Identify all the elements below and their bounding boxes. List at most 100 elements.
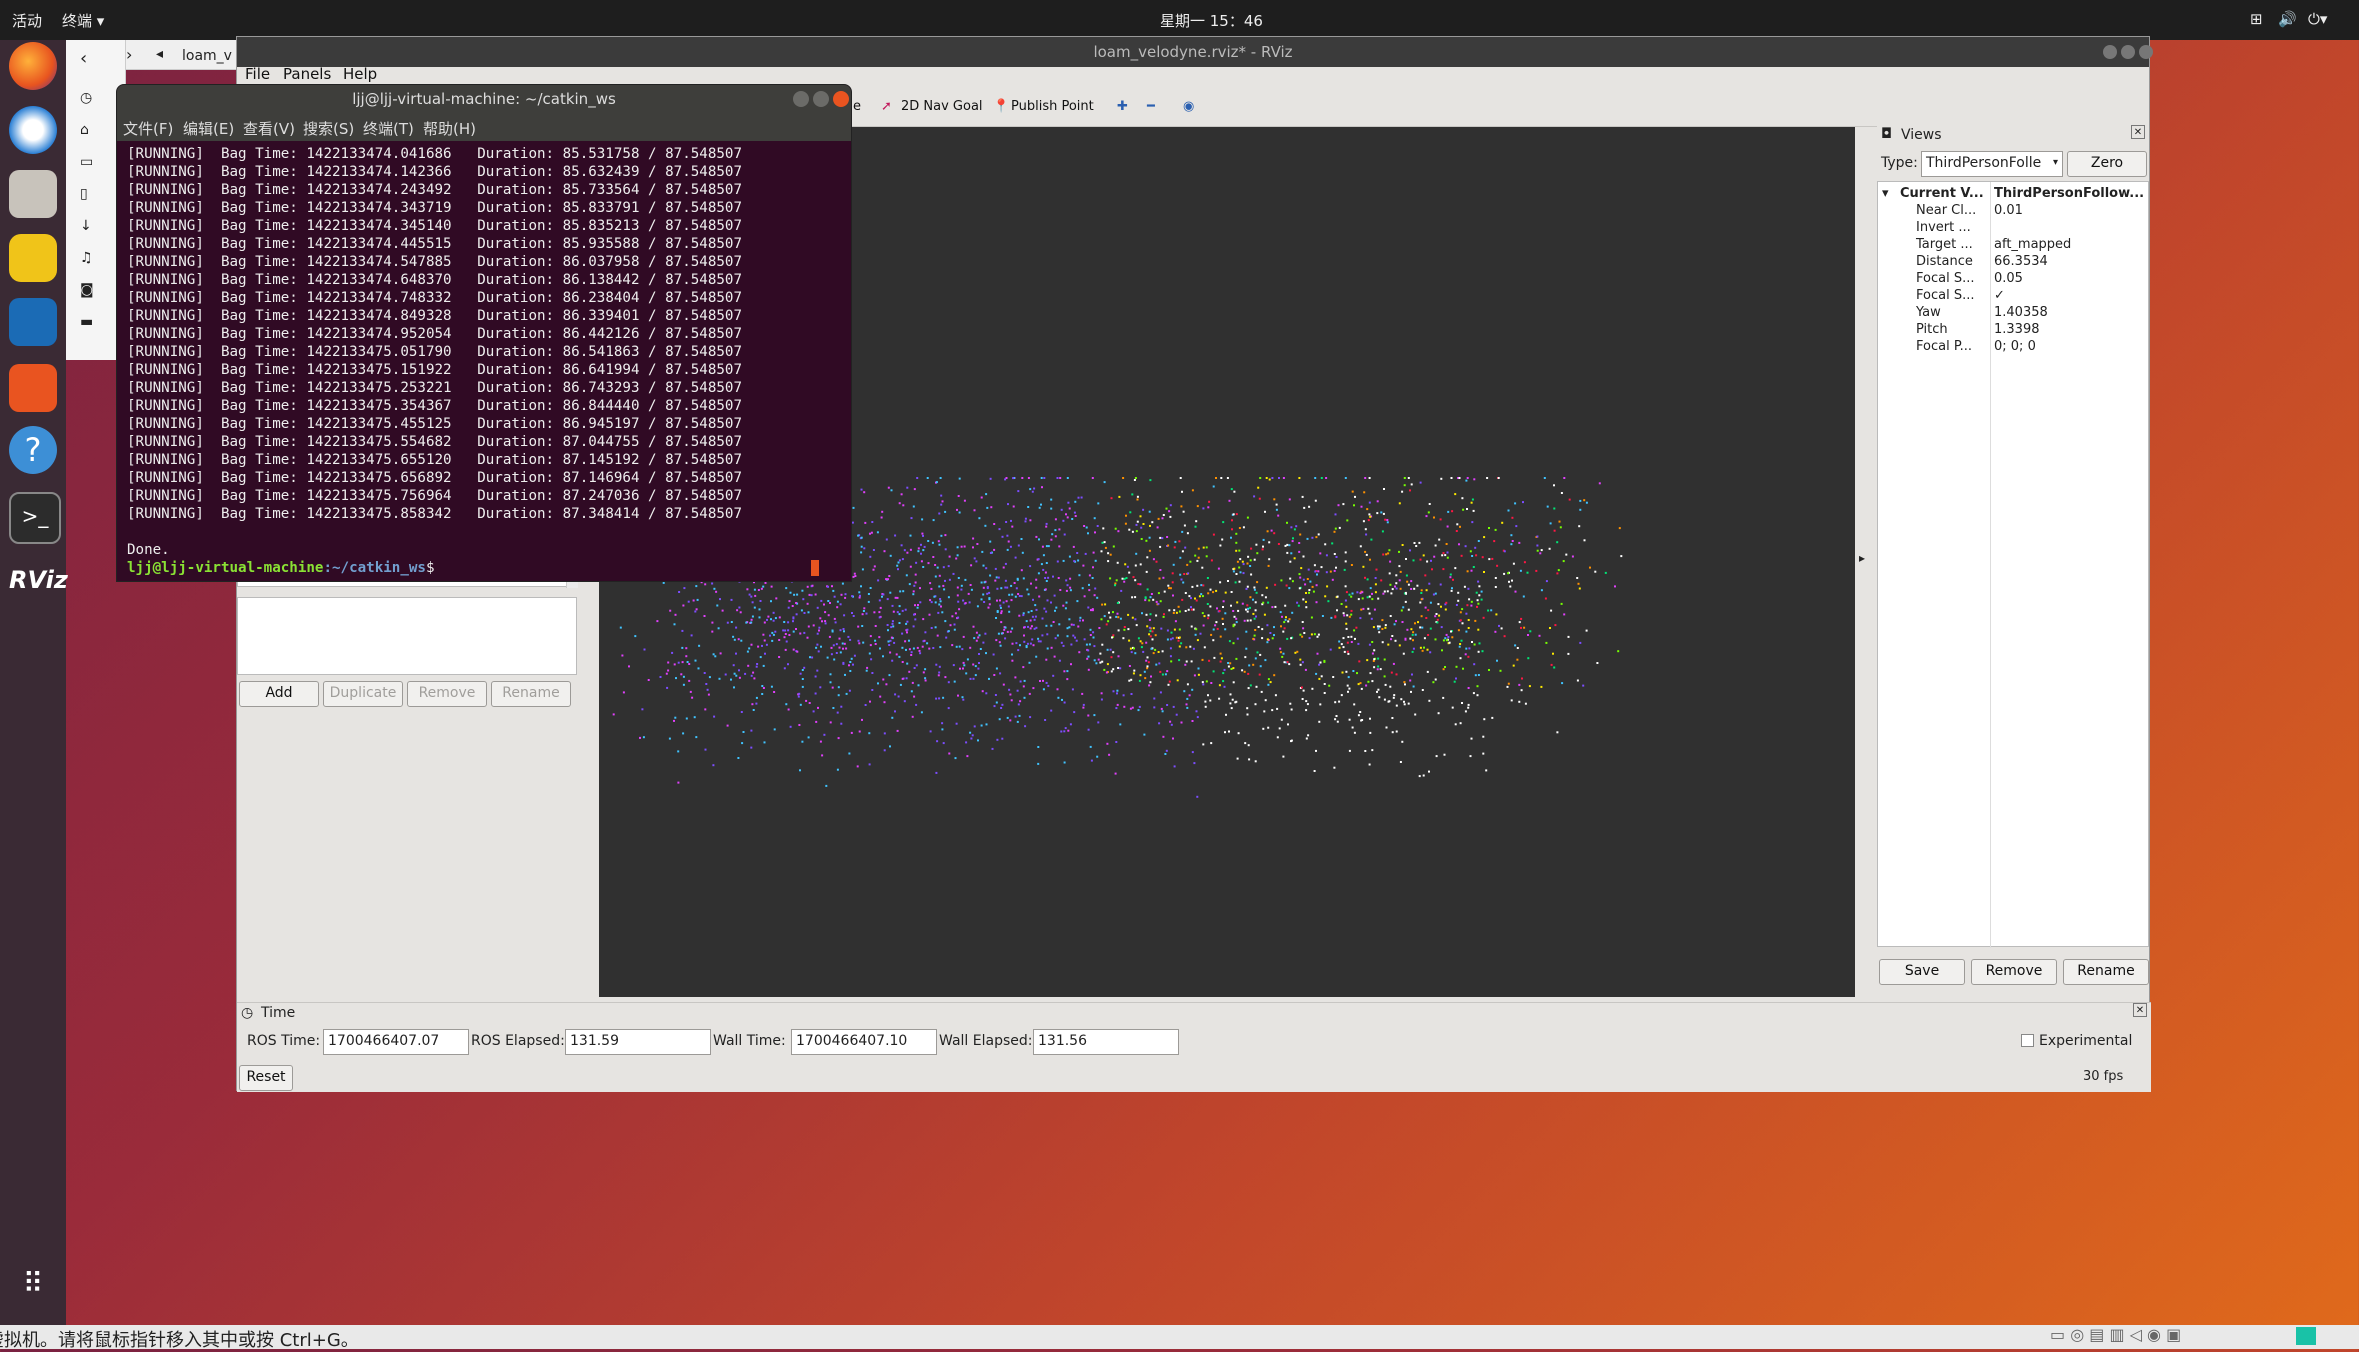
- save-view-button[interactable]: Save: [1879, 959, 1965, 985]
- terminal-line: [RUNNING] Bag Time: 1422133475.554682 Du…: [127, 434, 742, 450]
- rename-display-button[interactable]: Rename: [491, 681, 571, 707]
- recent-icon[interactable]: ◷: [80, 90, 92, 106]
- term-menu-terminal[interactable]: 终端(T): [363, 118, 414, 139]
- view-property-value[interactable]: 0.05: [1994, 271, 2023, 286]
- view-property-value[interactable]: 0.01: [1994, 203, 2023, 218]
- download-icon[interactable]: ↓: [80, 218, 92, 234]
- thunderbird-icon[interactable]: [9, 106, 57, 154]
- view-property-value[interactable]: 1.3398: [1994, 322, 2040, 337]
- terminal-line: [RUNNING] Bag Time: 1422133474.243492 Du…: [127, 182, 742, 198]
- remove-display-button[interactable]: Remove: [407, 681, 487, 707]
- experimental-checkbox[interactable]: [2021, 1034, 2034, 1047]
- nav-goal-icon: ➚: [881, 99, 892, 114]
- forward-icon[interactable]: ›: [126, 45, 132, 64]
- remove-view-button[interactable]: Remove: [1971, 959, 2057, 985]
- term-menu-file[interactable]: 文件(F): [123, 118, 173, 139]
- term-menu-view[interactable]: 查看(V): [243, 118, 295, 139]
- time-close-icon[interactable]: ✕: [2133, 1003, 2147, 1017]
- view-property-value[interactable]: 0; 0; 0: [1994, 339, 2036, 354]
- tree-expand-icon[interactable]: ▾: [1882, 186, 1889, 201]
- ros-time-field[interactable]: 1700466407.07: [323, 1029, 469, 1055]
- terminal-line: [RUNNING] Bag Time: 1422133474.445515 Du…: [127, 236, 742, 252]
- ros-elapsed-field[interactable]: 131.59: [565, 1029, 711, 1055]
- terminal-line: Done.: [127, 542, 170, 558]
- terminal-line: [RUNNING] Bag Time: 1422133474.041686 Du…: [127, 146, 742, 162]
- terminal-line: [RUNNING] Bag Time: 1422133475.858342 Du…: [127, 506, 742, 522]
- vm-device-icons[interactable]: ▭ ◎ ▤ ▥ ◁ ◉ ▣: [2050, 1325, 2181, 1344]
- software-icon[interactable]: [9, 364, 57, 412]
- time-panel-icon: ◷: [241, 1005, 254, 1021]
- add-tool-icon[interactable]: ✚: [1117, 99, 1128, 114]
- terminal-line: [RUNNING] Bag Time: 1422133475.655120 Du…: [127, 452, 742, 468]
- zero-button[interactable]: Zero: [2067, 151, 2147, 177]
- terminal-output[interactable]: [RUNNING] Bag Time: 1422133474.041686 Du…: [127, 145, 847, 576]
- writer-icon[interactable]: [9, 298, 57, 346]
- camera-tool-icon[interactable]: ◉: [1183, 99, 1194, 114]
- view-property-value[interactable]: ✓: [1994, 288, 2005, 303]
- picture-icon[interactable]: ◙: [80, 282, 94, 298]
- view-property-name: Invert ...: [1916, 220, 1971, 235]
- terminal-line: [RUNNING] Bag Time: 1422133475.051790 Du…: [127, 344, 742, 360]
- rviz-icon[interactable]: RViz: [9, 556, 68, 604]
- duplicate-button[interactable]: Duplicate: [323, 681, 403, 707]
- terminal-minimize-icon[interactable]: [793, 91, 809, 107]
- maximize-icon[interactable]: [2121, 45, 2135, 59]
- view-property-value[interactable]: 66.3534: [1994, 254, 2048, 269]
- view-property-value[interactable]: 1.40358: [1994, 305, 2048, 320]
- firefox-icon[interactable]: [9, 42, 57, 90]
- collapse-right-icon[interactable]: ▸: [1859, 551, 1865, 565]
- terminal-icon[interactable]: >_: [9, 492, 61, 544]
- app-menu[interactable]: 终端 ▾: [62, 10, 104, 31]
- path-back-icon[interactable]: ◂: [156, 46, 163, 62]
- view-property-value[interactable]: aft_mapped: [1994, 237, 2071, 252]
- terminal-window[interactable]: ljj@ljj-virtual-machine: ~/catkin_ws 文件(…: [116, 84, 852, 582]
- activities-button[interactable]: 活动: [12, 10, 42, 31]
- terminal-line: [RUNNING] Bag Time: 1422133474.345140 Du…: [127, 218, 742, 234]
- tool-partial[interactable]: e: [853, 99, 861, 114]
- terminal-line: [RUNNING] Bag Time: 1422133474.142366 Du…: [127, 164, 742, 180]
- term-menu-help[interactable]: 帮助(H): [423, 118, 476, 139]
- reset-button[interactable]: Reset: [239, 1065, 293, 1091]
- views-close-icon[interactable]: ✕: [2131, 125, 2145, 139]
- views-tree[interactable]: ▾ Current V... ThirdPersonFollow... Near…: [1877, 181, 2149, 948]
- music-icon[interactable]: ♫: [80, 250, 93, 266]
- network-icon[interactable]: ⊞: [2250, 10, 2263, 28]
- folder-icon[interactable]: ▭: [80, 154, 93, 170]
- document-icon[interactable]: ▯: [80, 186, 88, 202]
- menu-help[interactable]: Help: [343, 65, 377, 83]
- terminal-maximize-icon[interactable]: [813, 91, 829, 107]
- back-icon[interactable]: ‹: [80, 48, 87, 69]
- vm-display-icon[interactable]: [2296, 1327, 2316, 1345]
- dock: ? >_ RViz ⠿: [0, 40, 68, 1330]
- wall-elapsed-field[interactable]: 131.56: [1033, 1029, 1179, 1055]
- term-menu-search[interactable]: 搜索(S): [303, 118, 354, 139]
- power-icon[interactable]: ⏻▾: [2308, 10, 2327, 28]
- path-tab[interactable]: loam_v: [182, 48, 232, 64]
- minimize-icon[interactable]: [2103, 45, 2117, 59]
- term-menu-edit[interactable]: 编辑(E): [183, 118, 234, 139]
- wall-time-field[interactable]: 1700466407.10: [791, 1029, 937, 1055]
- rename-view-button[interactable]: Rename: [2063, 959, 2149, 985]
- help-icon[interactable]: ?: [9, 426, 57, 474]
- app-grid-icon[interactable]: ⠿: [9, 1260, 57, 1308]
- view-type-select[interactable]: ThirdPersonFolle ▾: [1921, 151, 2063, 177]
- volume-icon[interactable]: 🔊: [2278, 10, 2297, 28]
- add-button[interactable]: Add: [239, 681, 319, 707]
- clock[interactable]: 星期一 15：46: [1160, 10, 1263, 31]
- files-icon[interactable]: [9, 170, 57, 218]
- terminal-line: [RUNNING] Bag Time: 1422133474.748332 Du…: [127, 290, 742, 306]
- nav-goal-tool[interactable]: 2D Nav Goal: [901, 99, 983, 114]
- menu-file[interactable]: File: [245, 65, 270, 83]
- video-icon[interactable]: ▬: [80, 314, 93, 330]
- terminal-close-icon[interactable]: [833, 91, 849, 107]
- home-icon[interactable]: ⌂: [80, 122, 89, 138]
- view-property-name: Focal S...: [1916, 288, 1975, 303]
- close-icon[interactable]: [2139, 45, 2153, 59]
- menu-panels[interactable]: Panels: [283, 65, 331, 83]
- remove-tool-icon[interactable]: ━: [1147, 99, 1155, 114]
- terminal-title: ljj@ljj-virtual-machine: ~/catkin_ws: [117, 85, 851, 113]
- rhythmbox-icon[interactable]: [9, 234, 57, 282]
- publish-point-tool[interactable]: Publish Point: [1011, 99, 1094, 114]
- terminal-line: [RUNNING] Bag Time: 1422133474.547885 Du…: [127, 254, 742, 270]
